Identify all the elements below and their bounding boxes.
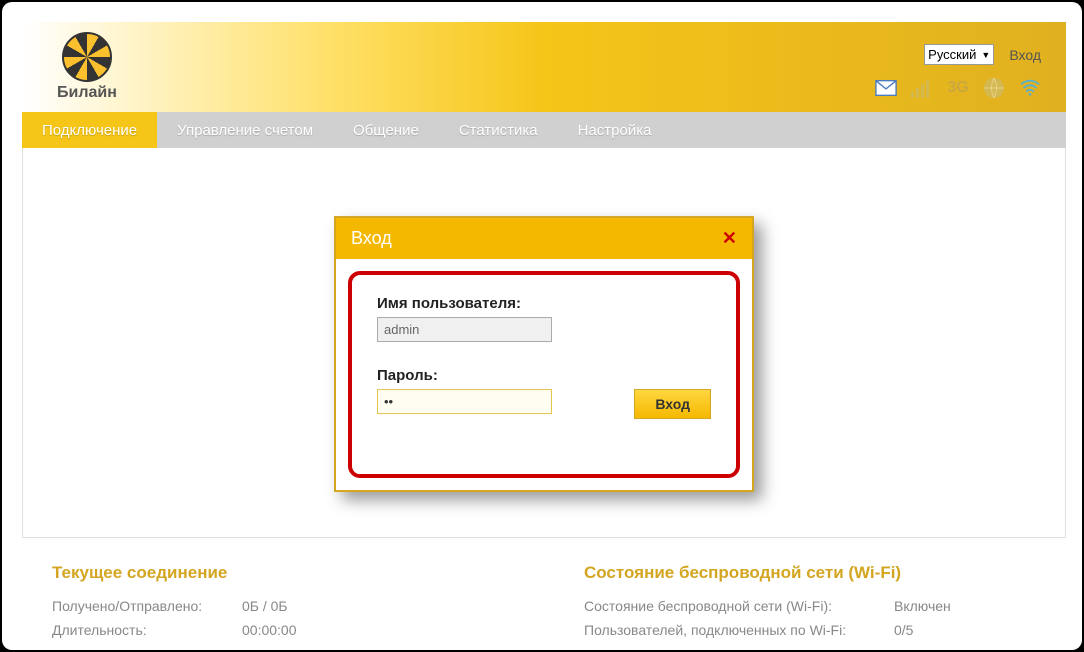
close-icon[interactable]: ✕ (722, 228, 737, 249)
status-row: Пользователей, подключенных по Wi-Fi: 0/… (584, 622, 1036, 638)
status-value: 00:00:00 (242, 622, 297, 638)
mail-icon[interactable] (875, 77, 897, 99)
nav-account[interactable]: Управление счетом (157, 112, 333, 148)
status-icons: 3G (875, 77, 1041, 99)
username-input[interactable] (377, 317, 552, 342)
status-section: Текущее соединение Получено/Отправлено: … (22, 538, 1066, 646)
wifi-title: Состояние беспроводной сети (Wi-Fi) (584, 563, 1036, 583)
main-area: Вход ✕ Имя пользователя: Пароль: Вход (22, 148, 1066, 538)
status-row: Длительность: 00:00:00 (52, 622, 504, 638)
status-value: Включен (894, 598, 951, 614)
nav-settings[interactable]: Настройка (558, 112, 672, 148)
dialog-form: Имя пользователя: Пароль: Вход (348, 271, 740, 478)
dialog-header: Вход ✕ (336, 218, 752, 259)
password-input[interactable] (377, 389, 552, 414)
status-row: Получено/Отправлено: 0Б / 0Б (52, 598, 504, 614)
main-nav: Подключение Управление счетом Общение Ст… (22, 112, 1066, 148)
status-label: Пользователей, подключенных по Wi-Fi: (584, 622, 894, 638)
login-button[interactable]: Вход (634, 389, 711, 419)
status-label: Состояние беспроводной сети (Wi-Fi): (584, 598, 894, 614)
brand-logo: Билайн (57, 32, 117, 102)
logo-icon (62, 32, 112, 82)
connection-status: Текущее соединение Получено/Отправлено: … (52, 563, 504, 646)
status-label: Получено/Отправлено: (52, 598, 242, 614)
wifi-icon (1019, 77, 1041, 99)
wifi-status: Состояние беспроводной сети (Wi-Fi) Сост… (584, 563, 1036, 646)
status-row: Состояние беспроводной сети (Wi-Fi): Вкл… (584, 598, 1036, 614)
language-selector[interactable]: Русский ▼ (924, 44, 994, 65)
nav-communication[interactable]: Общение (333, 112, 439, 148)
globe-icon (983, 77, 1005, 99)
status-value: 0/5 (894, 622, 913, 638)
status-label: Длительность: (52, 622, 242, 638)
login-link[interactable]: Вход (1009, 47, 1041, 63)
language-label: Русский (928, 47, 976, 62)
login-dialog: Вход ✕ Имя пользователя: Пароль: Вход (334, 216, 754, 492)
dialog-title: Вход (351, 228, 392, 249)
connection-title: Текущее соединение (52, 563, 504, 583)
username-label: Имя пользователя: (377, 295, 711, 312)
header: Билайн Русский ▼ Вход 3G (22, 22, 1066, 112)
status-value: 0Б / 0Б (242, 598, 288, 614)
signal-icon (911, 77, 933, 99)
nav-statistics[interactable]: Статистика (439, 112, 558, 148)
network-3g-icon: 3G (947, 77, 969, 99)
nav-connection[interactable]: Подключение (22, 112, 157, 148)
brand-name: Билайн (57, 84, 117, 102)
chevron-down-icon: ▼ (981, 50, 990, 60)
password-label: Пароль: (377, 367, 711, 384)
